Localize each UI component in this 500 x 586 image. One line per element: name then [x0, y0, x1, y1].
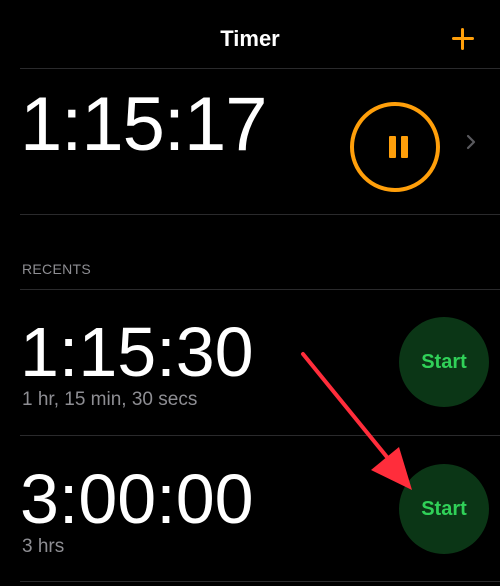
page-title: Timer [220, 26, 280, 51]
start-button[interactable]: Start [399, 317, 489, 407]
recent-timer-time: 3:00:00 [20, 460, 254, 538]
start-button-label: Start [421, 498, 467, 520]
recent-timer-row[interactable]: 3:00:00 3 hrs Start [0, 436, 500, 581]
active-timer-row[interactable]: 1:15:17 [0, 69, 500, 214]
recent-timer-row[interactable]: 1:15:30 1 hr, 15 min, 30 secs Start [0, 289, 500, 434]
pause-icon [389, 136, 409, 158]
active-timer-time: 1:15:17 [20, 82, 268, 167]
add-timer-button[interactable] [450, 26, 476, 52]
start-button[interactable]: Start [399, 464, 489, 554]
recent-timer-time: 1:15:30 [20, 313, 254, 391]
chevron-right-icon[interactable] [466, 134, 476, 150]
recents-section-label: RECENTS [22, 261, 91, 277]
start-button-label: Start [421, 351, 467, 373]
recent-timer-subtitle: 3 hrs [22, 536, 65, 557]
pause-button[interactable] [350, 102, 440, 192]
nav-header: Timer [0, 0, 500, 68]
recent-timer-subtitle: 1 hr, 15 min, 30 secs [22, 389, 198, 410]
divider [20, 581, 500, 582]
divider [20, 214, 500, 215]
